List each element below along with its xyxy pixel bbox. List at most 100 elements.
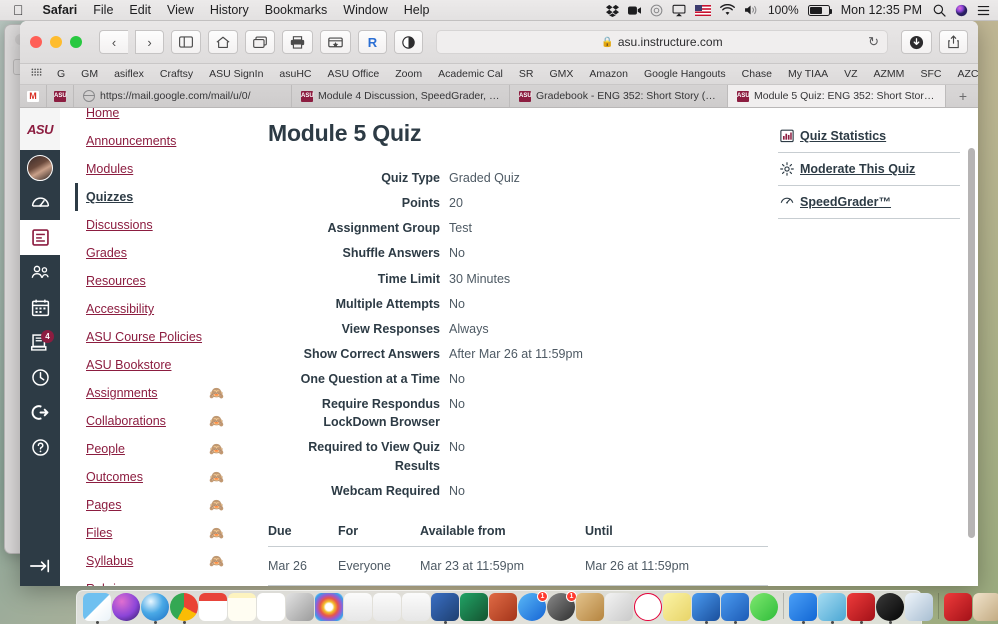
bookmark-asuhc[interactable]: asuHC: [271, 68, 319, 80]
browser-tab-gradebook[interactable]: Gradebook - ENG 352: Short Story (202…: [510, 85, 728, 107]
sidebar-item-accessibility[interactable]: Accessibility: [78, 295, 240, 323]
dock-app-messages[interactable]: [750, 593, 778, 621]
course-nav-link[interactable]: ASU Course Policies: [86, 330, 202, 344]
global-nav-commons[interactable]: [20, 395, 60, 430]
global-nav-inbox[interactable]: 4: [20, 325, 60, 360]
dock-app-apple-tv[interactable]: [876, 593, 904, 624]
sidebar-toggle-button[interactable]: [171, 30, 201, 54]
zoom-meeting-icon[interactable]: [628, 4, 641, 17]
course-nav-link[interactable]: Collaborations: [86, 414, 166, 428]
course-nav-link[interactable]: Pages: [86, 498, 121, 512]
bookmark-asu-signin[interactable]: ASU SignIn: [201, 68, 271, 80]
bookmark-gmx[interactable]: GMX: [541, 68, 581, 80]
course-nav-link[interactable]: Rubrics: [86, 582, 128, 586]
dock-app-system-preferences[interactable]: [286, 593, 314, 621]
new-tab-button[interactable]: +: [948, 85, 978, 107]
global-nav-collapse-button[interactable]: [20, 546, 60, 586]
bookmark-academic-cal[interactable]: Academic Cal: [430, 68, 511, 80]
creative-cloud-icon[interactable]: [650, 4, 663, 17]
course-nav-link[interactable]: Assignments: [86, 386, 158, 400]
global-nav-help[interactable]: [20, 430, 60, 465]
course-nav-link[interactable]: Files: [86, 526, 112, 540]
bookmark-chase[interactable]: Chase: [734, 68, 780, 80]
dock-app-powerpoint[interactable]: [489, 593, 517, 621]
bookmark-sr[interactable]: SR: [511, 68, 542, 80]
bookmark-asiflex[interactable]: asiflex: [106, 68, 152, 80]
course-nav-link[interactable]: People: [86, 442, 125, 456]
sidebar-item-discussions[interactable]: Discussions: [78, 211, 240, 239]
sidebar-item-rubrics[interactable]: Rubrics: [78, 575, 240, 586]
back-button[interactable]: ‹: [99, 30, 128, 54]
control-center-icon[interactable]: [977, 4, 990, 17]
maximize-button[interactable]: [70, 36, 82, 48]
course-nav-link[interactable]: Modules: [86, 162, 133, 176]
share-icon[interactable]: [939, 30, 968, 54]
airplay-icon[interactable]: [672, 4, 686, 17]
bookmark-azc19[interactable]: AZC19: [949, 68, 978, 80]
global-nav-courses[interactable]: [20, 220, 60, 255]
dock-app-app-store[interactable]: 1: [518, 591, 548, 621]
speedgrader-link[interactable]: SpeedGrader™: [778, 186, 960, 219]
dock-app-notes[interactable]: [228, 593, 256, 621]
dock-app-acrobat-reader[interactable]: [847, 593, 875, 624]
menu-item-safari[interactable]: Safari: [35, 3, 86, 17]
course-nav-link[interactable]: Announcements: [86, 134, 176, 148]
home-icon[interactable]: [208, 30, 238, 54]
browser-tab-gmail-icon[interactable]: [20, 85, 47, 107]
menu-item-view[interactable]: View: [159, 3, 202, 17]
add-bookmark-icon[interactable]: [320, 30, 351, 54]
dock-app-reminders[interactable]: [257, 593, 285, 621]
wifi-icon[interactable]: [720, 4, 735, 16]
dock-app-siri[interactable]: [112, 593, 140, 621]
bookmark-sfc[interactable]: SFC: [912, 68, 949, 80]
sidebar-item-collaborations[interactable]: Collaborations 🙈: [78, 407, 240, 435]
bookmark-amazon[interactable]: Amazon: [581, 68, 636, 80]
course-nav-link[interactable]: Resources: [86, 274, 146, 288]
dock-app-excel[interactable]: [460, 593, 488, 621]
sidebar-item-asu-course-policies[interactable]: ASU Course Policies: [78, 323, 240, 351]
dock-app-calculator[interactable]: [605, 593, 633, 621]
menu-item-window[interactable]: Window: [335, 3, 395, 17]
dock-app-webex[interactable]: [692, 593, 720, 624]
bookmark-vz[interactable]: VZ: [836, 68, 865, 80]
sidebar-item-grades[interactable]: Grades: [78, 239, 240, 267]
global-nav-account[interactable]: [20, 150, 60, 185]
bookmark-google-hangouts[interactable]: Google Hangouts: [636, 68, 734, 80]
sidebar-item-modules[interactable]: Modules: [78, 155, 240, 183]
search-icon[interactable]: [933, 4, 946, 17]
sidebar-item-files[interactable]: Files 🙈: [78, 519, 240, 547]
global-nav-dashboard[interactable]: [20, 185, 60, 220]
moderate-quiz-link[interactable]: Moderate This Quiz: [778, 153, 960, 186]
dock-app-numbers[interactable]: [373, 593, 401, 621]
dock-app-zoom[interactable]: [789, 593, 817, 624]
sidebar-item-syllabus[interactable]: Syllabus 🙈: [78, 547, 240, 575]
dock-app-keynote[interactable]: [402, 593, 430, 621]
bookmark-g[interactable]: G: [49, 68, 73, 80]
global-nav-groups[interactable]: [20, 255, 60, 290]
apple-icon[interactable]: : [0, 3, 35, 17]
dock-app-news[interactable]: [634, 593, 662, 621]
tab-overview-icon[interactable]: [245, 30, 275, 54]
menu-item-file[interactable]: File: [85, 3, 121, 17]
bookmark-azmm[interactable]: AZMM: [866, 68, 913, 80]
dock-app-preview[interactable]: [905, 593, 933, 621]
course-nav-link[interactable]: Quizzes: [86, 190, 133, 204]
reader-view-icon[interactable]: R: [358, 30, 387, 54]
dock-app-calendar[interactable]: [199, 593, 227, 621]
sidebar-item-pages[interactable]: Pages 🙈: [78, 491, 240, 519]
dock-app-safari[interactable]: [141, 593, 169, 624]
dropbox-icon[interactable]: [606, 4, 619, 17]
us-flag-icon[interactable]: [695, 4, 711, 16]
menu-item-help[interactable]: Help: [396, 3, 438, 17]
page-scrollbar[interactable]: [968, 148, 975, 538]
address-bar[interactable]: 🔒 asu.instructure.com ↻: [436, 30, 888, 54]
sidebar-item-assignments[interactable]: Assignments 🙈: [78, 379, 240, 407]
minimize-button[interactable]: [50, 36, 62, 48]
forward-button[interactable]: ›: [135, 30, 164, 54]
course-nav-link[interactable]: Accessibility: [86, 302, 154, 316]
privacy-report-icon[interactable]: [394, 30, 423, 54]
course-nav-link[interactable]: Discussions: [86, 218, 153, 232]
quiz-statistics-link[interactable]: Quiz Statistics: [778, 120, 960, 153]
print-icon[interactable]: [282, 30, 313, 54]
sidebar-item-quizzes[interactable]: Quizzes: [75, 183, 240, 211]
